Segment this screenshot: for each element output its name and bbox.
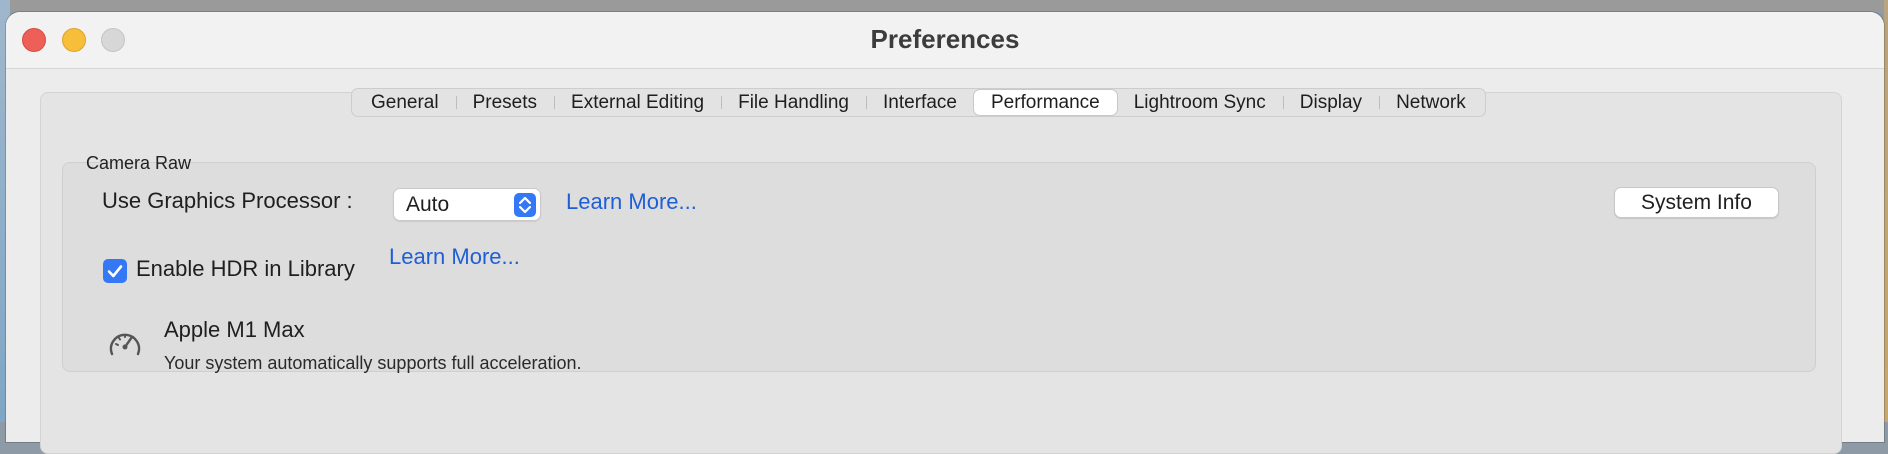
tab-file-handling[interactable]: File Handling [721,90,866,115]
tab-performance[interactable]: Performance [973,90,1117,115]
enable-hdr-checkbox[interactable] [103,259,127,283]
desktop-background-right [1884,0,1888,422]
gpu-select[interactable]: Auto [393,188,541,221]
enable-hdr-label[interactable]: Enable HDR in Library [136,256,355,282]
tab-interface[interactable]: Interface [866,90,974,115]
tab-network[interactable]: Network [1379,90,1483,115]
processor-name: Apple M1 Max [164,317,305,342]
up-down-chevron-icon [514,193,536,217]
gpu-select-value: Auto [406,193,450,216]
desktop-background [0,0,1888,12]
window-title: Preferences [870,24,1020,54]
gpu-label: Use Graphics Processor : [102,188,353,213]
system-info-button[interactable]: System Info [1614,187,1779,218]
processor-description: Your system automatically supports full … [164,353,582,373]
title-bar: Preferences [6,12,1884,69]
camera-raw-group-label: Camera Raw [86,153,192,173]
tab-bar: General Presets External Editing File Ha… [351,88,1486,117]
gauge-icon [107,327,143,359]
hdr-learn-more-link[interactable]: Learn More... [389,244,520,270]
checkmark-icon [107,265,123,278]
tab-presets[interactable]: Presets [455,90,554,115]
gpu-learn-more-link[interactable]: Learn More... [566,189,697,215]
tab-display[interactable]: Display [1282,90,1379,115]
tab-external-editing[interactable]: External Editing [554,90,721,115]
tab-general[interactable]: General [354,90,456,115]
tab-lightroom-sync[interactable]: Lightroom Sync [1117,90,1283,115]
